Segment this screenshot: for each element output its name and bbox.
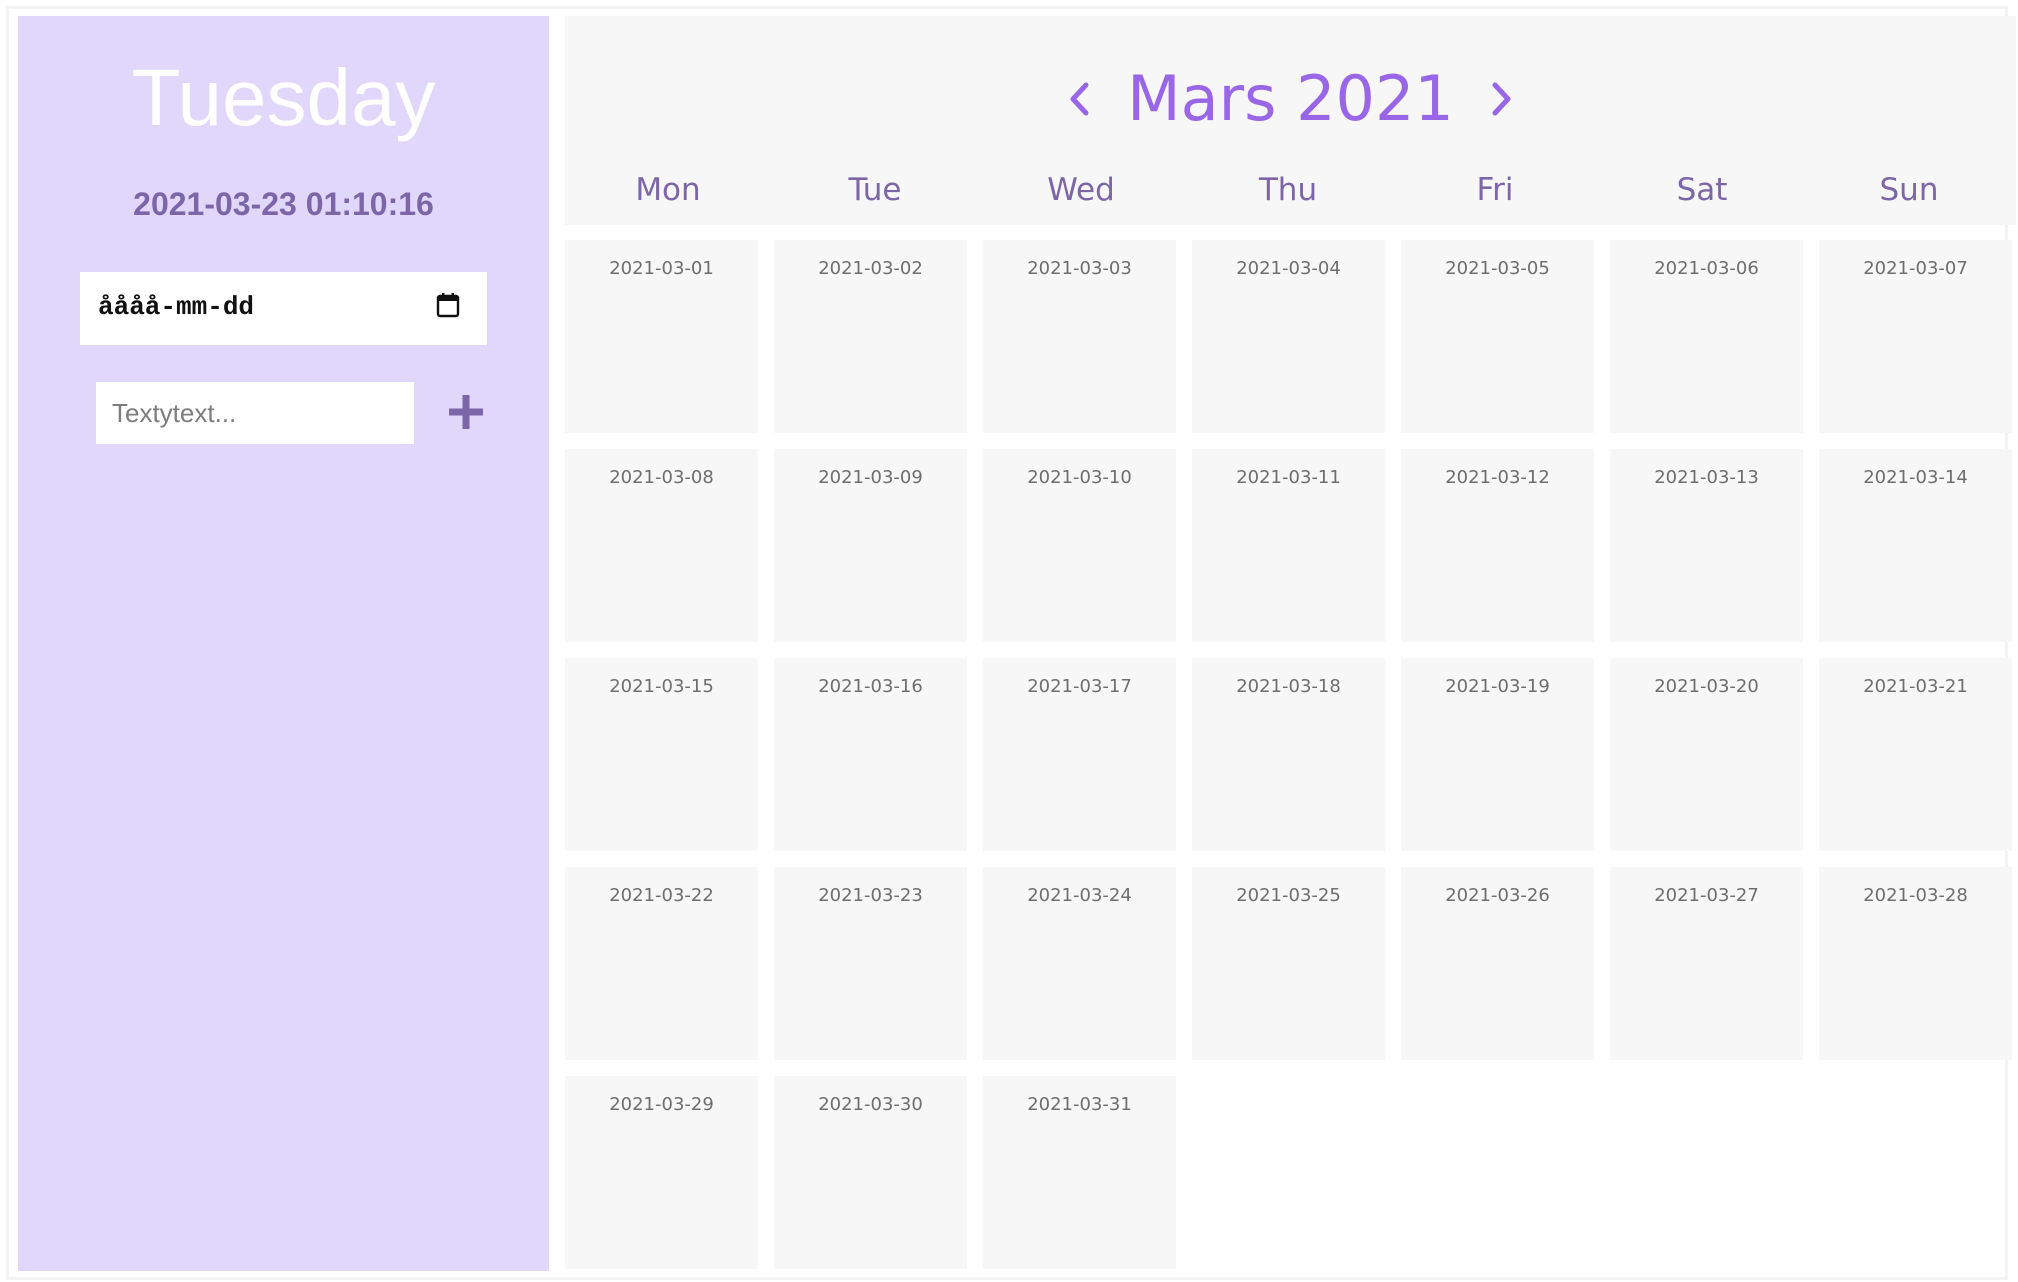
day-cell-date: 2021-03-04 — [1236, 258, 1341, 279]
day-cell[interactable]: 2021-03-26 — [1401, 867, 1594, 1060]
weekday-wed: Wed — [1047, 172, 1115, 208]
day-cell[interactable]: 2021-03-15 — [565, 658, 758, 851]
day-cell[interactable]: 2021-03-20 — [1610, 658, 1803, 851]
day-cell[interactable]: 2021-03-09 — [774, 449, 967, 642]
day-cell-date: 2021-03-28 — [1863, 885, 1968, 906]
current-datetime: 2021-03-23 01:10:16 — [133, 186, 434, 222]
day-cell-date: 2021-03-10 — [1027, 467, 1132, 488]
day-cell-date: 2021-03-30 — [818, 1094, 923, 1115]
day-cell[interactable]: 2021-03-22 — [565, 867, 758, 1060]
day-cell-date: 2021-03-20 — [1654, 676, 1759, 697]
day-cell-date: 2021-03-12 — [1445, 467, 1550, 488]
day-cell[interactable]: 2021-03-25 — [1192, 867, 1385, 1060]
day-cell[interactable]: 2021-03-08 — [565, 449, 758, 642]
plus-icon[interactable] — [446, 392, 486, 432]
day-cell-date: 2021-03-21 — [1863, 676, 1968, 697]
weekday-fri: Fri — [1476, 172, 1514, 208]
day-cell-date: 2021-03-15 — [609, 676, 714, 697]
day-cell-date: 2021-03-09 — [818, 467, 923, 488]
day-cell-date: 2021-03-16 — [818, 676, 923, 697]
day-name-heading: Tuesday — [131, 53, 436, 142]
day-cell[interactable]: 2021-03-19 — [1401, 658, 1594, 851]
day-cell[interactable]: 2021-03-14 — [1819, 449, 2012, 642]
day-cell-date: 2021-03-13 — [1654, 467, 1759, 488]
day-cell-date: 2021-03-29 — [609, 1094, 714, 1115]
day-cell[interactable]: 2021-03-05 — [1401, 240, 1594, 433]
day-cell-date: 2021-03-01 — [609, 258, 714, 279]
day-cell-date: 2021-03-11 — [1236, 467, 1341, 488]
month-navigation: Mars 2021 — [565, 62, 2016, 135]
date-input[interactable]: åååå-mm-dd — [80, 272, 487, 345]
day-cell[interactable]: 2021-03-24 — [983, 867, 1176, 1060]
day-cell[interactable]: 2021-03-06 — [1610, 240, 1803, 433]
day-cell[interactable]: 2021-03-12 — [1401, 449, 1594, 642]
chevron-left-icon[interactable] — [1064, 77, 1094, 121]
day-cell[interactable]: 2021-03-07 — [1819, 240, 2012, 433]
day-cell-date: 2021-03-25 — [1236, 885, 1341, 906]
day-cell-date: 2021-03-03 — [1027, 258, 1132, 279]
day-cell-date: 2021-03-06 — [1654, 258, 1759, 279]
calendar-icon[interactable] — [436, 292, 460, 318]
day-cell[interactable]: 2021-03-01 — [565, 240, 758, 433]
day-cell[interactable]: 2021-03-28 — [1819, 867, 2012, 1060]
day-cell-date: 2021-03-05 — [1445, 258, 1550, 279]
day-cell[interactable]: 2021-03-13 — [1610, 449, 1803, 642]
day-cell[interactable]: 2021-03-21 — [1819, 658, 2012, 851]
day-cell-date: 2021-03-18 — [1236, 676, 1341, 697]
day-cell[interactable]: 2021-03-27 — [1610, 867, 1803, 1060]
day-cell[interactable]: 2021-03-04 — [1192, 240, 1385, 433]
day-cell[interactable]: 2021-03-03 — [983, 240, 1176, 433]
day-cell[interactable]: 2021-03-29 — [565, 1076, 758, 1269]
day-cell-date: 2021-03-24 — [1027, 885, 1132, 906]
weekday-sat: Sat — [1676, 172, 1728, 208]
day-cell-date: 2021-03-07 — [1863, 258, 1968, 279]
weekday-thu: Thu — [1258, 172, 1318, 208]
day-cell[interactable]: 2021-03-18 — [1192, 658, 1385, 851]
day-cell[interactable]: 2021-03-10 — [983, 449, 1176, 642]
day-cell[interactable]: 2021-03-17 — [983, 658, 1176, 851]
day-cell-date: 2021-03-19 — [1445, 676, 1550, 697]
day-cell-date: 2021-03-02 — [818, 258, 923, 279]
calendar-header: Mars 2021 Mon Tue Wed Thu Fri Sat Sun — [565, 16, 2016, 225]
day-cell-date: 2021-03-31 — [1027, 1094, 1132, 1115]
day-cell[interactable]: 2021-03-02 — [774, 240, 967, 433]
day-cell[interactable]: 2021-03-31 — [983, 1076, 1176, 1269]
day-cell-date: 2021-03-23 — [818, 885, 923, 906]
day-cell[interactable]: 2021-03-30 — [774, 1076, 967, 1269]
day-cell-date: 2021-03-22 — [609, 885, 714, 906]
date-input-value: åååå-mm-dd — [98, 292, 255, 322]
day-cell-date: 2021-03-26 — [1445, 885, 1550, 906]
day-cell-date: 2021-03-14 — [1863, 467, 1968, 488]
weekday-sun: Sun — [1879, 172, 1939, 208]
month-title: Mars 2021 — [1127, 62, 1454, 135]
weekday-mon: Mon — [635, 172, 701, 208]
day-cell-date: 2021-03-17 — [1027, 676, 1132, 697]
day-cell[interactable]: 2021-03-11 — [1192, 449, 1385, 642]
sidebar: Tuesday 2021-03-23 01:10:16 åååå-mm-dd — [18, 16, 549, 1271]
day-cell[interactable]: 2021-03-23 — [774, 867, 967, 1060]
chevron-right-icon[interactable] — [1487, 77, 1517, 121]
weekday-tue: Tue — [848, 172, 902, 208]
note-text-input[interactable] — [96, 382, 414, 444]
day-cell-date: 2021-03-27 — [1654, 885, 1759, 906]
day-cell[interactable]: 2021-03-16 — [774, 658, 967, 851]
day-cell-date: 2021-03-08 — [609, 467, 714, 488]
